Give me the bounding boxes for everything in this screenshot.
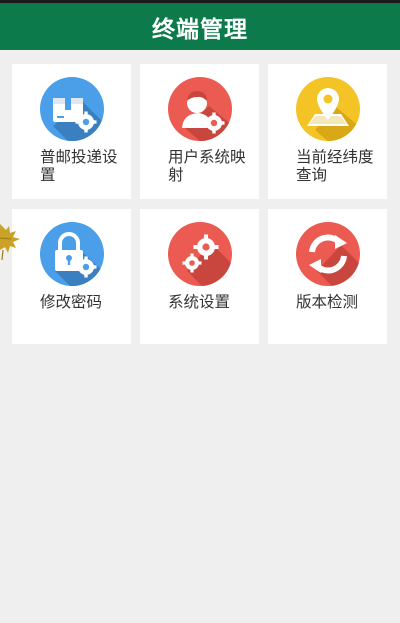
app-screen: 终端管理 普邮投递设置 用户系统映射 当前经纬度查询 修改密码 系统设置 版本检… <box>0 0 400 623</box>
maple-leaf-icon <box>0 224 20 261</box>
refresh-icon <box>296 222 360 286</box>
tile-user-system-mapping[interactable]: 用户系统映射 <box>140 64 259 199</box>
tile-change-password[interactable]: 修改密码 <box>12 209 131 344</box>
package-gear-icon <box>40 77 104 141</box>
tile-label: 普邮投递设置 <box>40 148 118 184</box>
tile-label: 修改密码 <box>40 293 103 311</box>
gears-icon <box>168 222 232 286</box>
tile-label: 当前经纬度查询 <box>296 148 374 184</box>
user-gear-icon <box>168 77 232 141</box>
tile-version-check[interactable]: 版本检测 <box>268 209 387 344</box>
tile-label: 用户系统映射 <box>168 148 246 184</box>
location-pin-icon <box>296 77 360 141</box>
tile-mail-delivery-settings[interactable]: 普邮投递设置 <box>12 64 131 199</box>
page-title: 终端管理 <box>152 16 248 43</box>
tile-location-query[interactable]: 当前经纬度查询 <box>268 64 387 199</box>
title-bar: 终端管理 <box>0 0 400 50</box>
tile-label: 版本检测 <box>296 293 359 311</box>
tile-label: 系统设置 <box>168 293 231 311</box>
lock-gear-icon <box>40 222 104 286</box>
tile-system-settings[interactable]: 系统设置 <box>140 209 259 344</box>
